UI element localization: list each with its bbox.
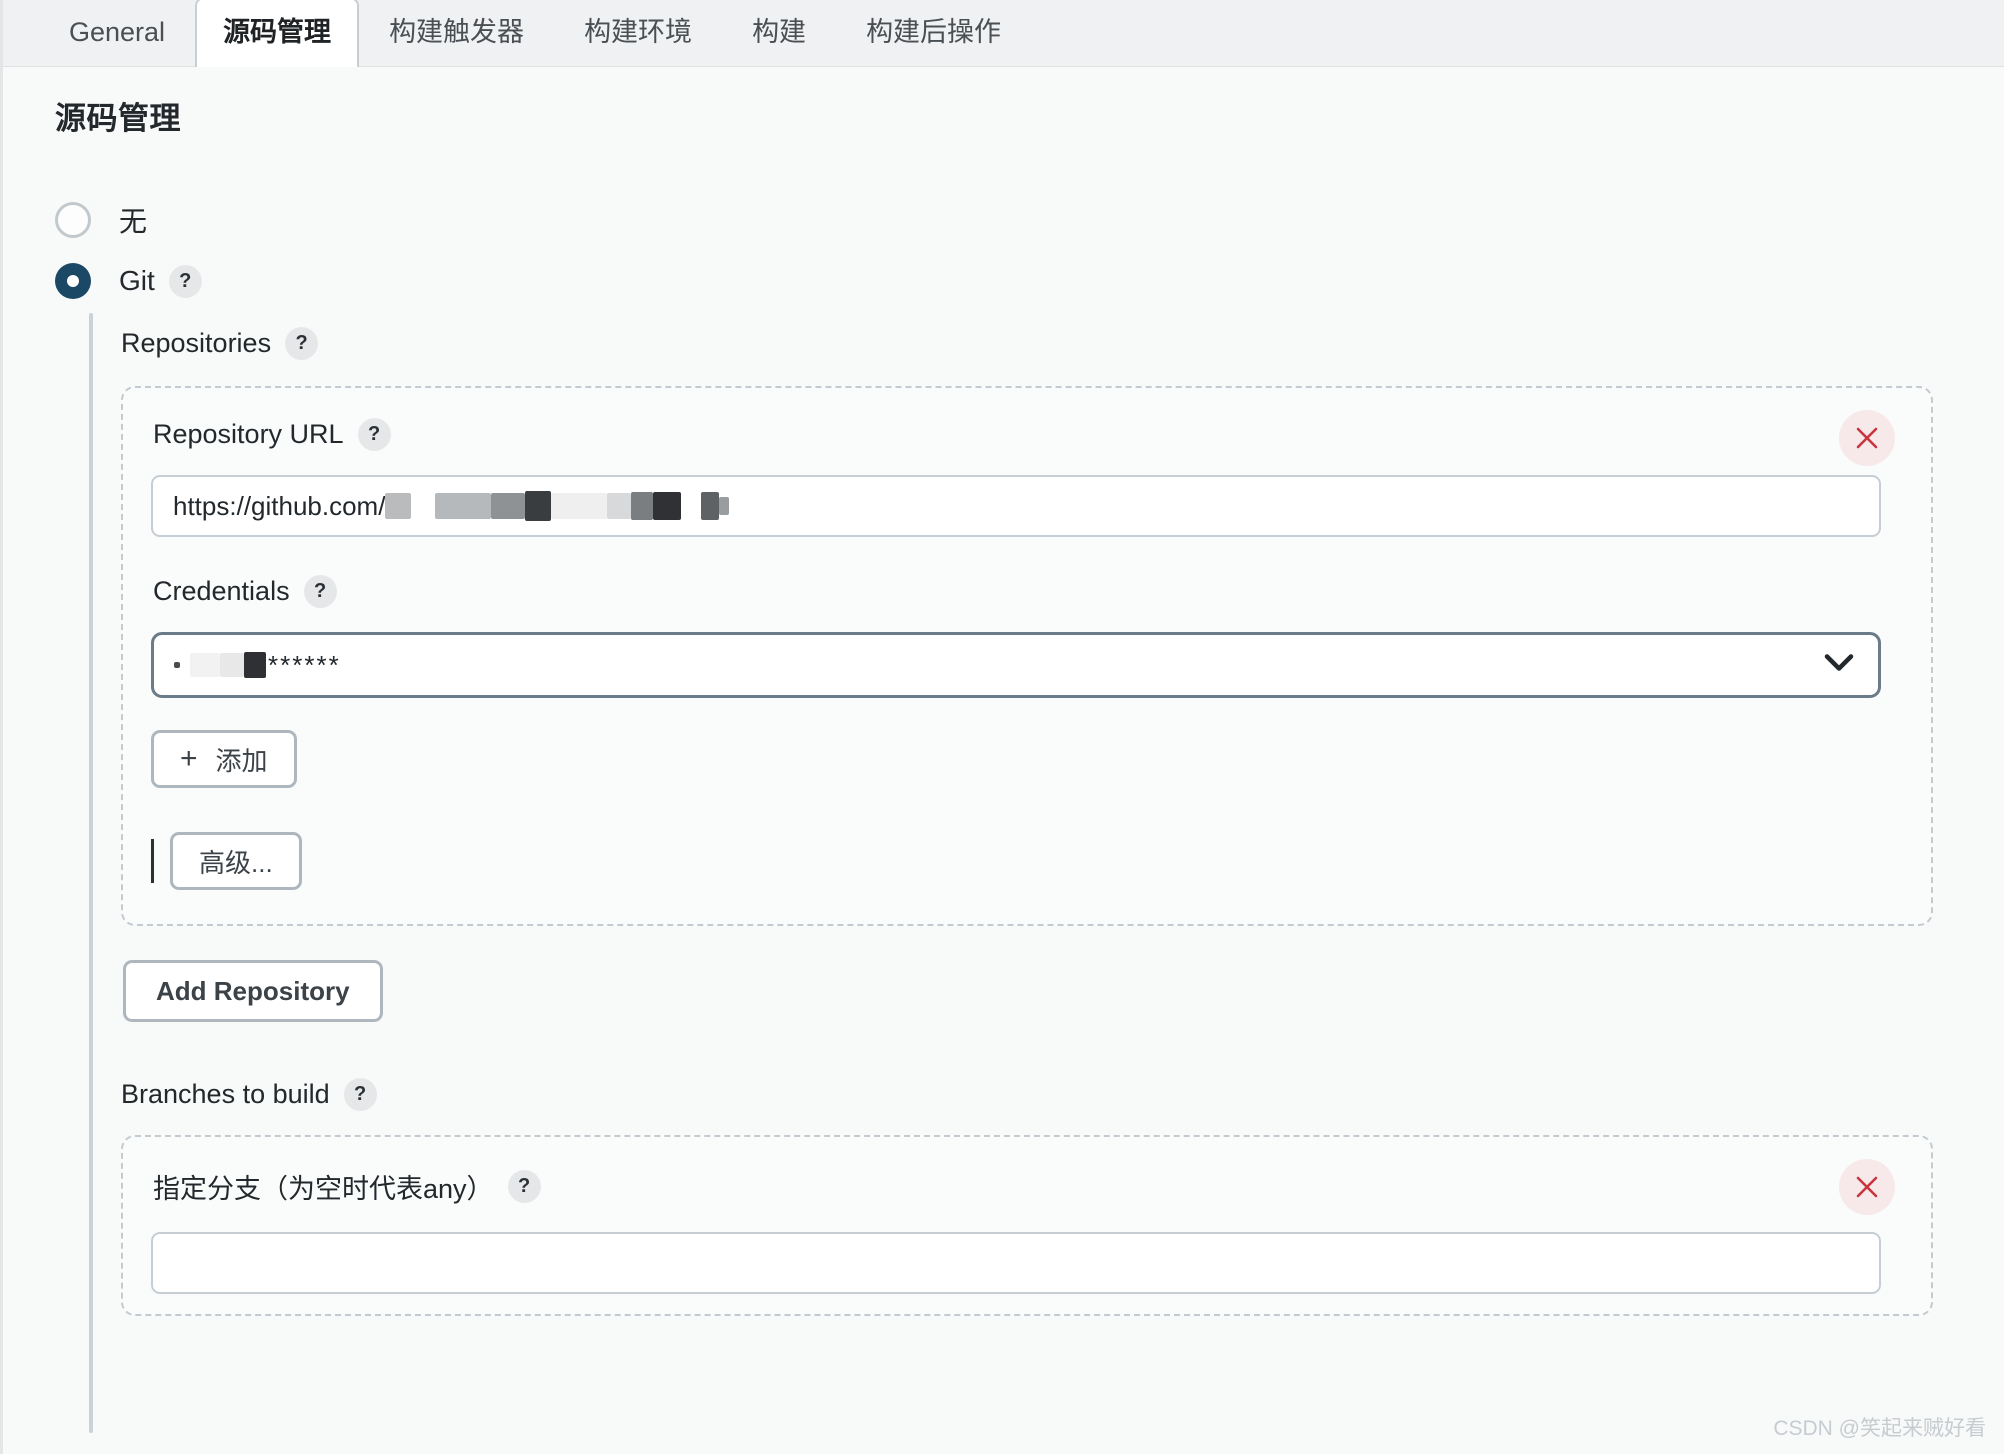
credentials-selected-value: ****** (174, 650, 341, 681)
repository-block: Repository URL ? https://github.com/ Cre… (121, 386, 1933, 926)
credentials-masked-text: ****** (268, 649, 341, 680)
help-icon-git[interactable]: ? (168, 264, 202, 298)
credentials-label: Credentials (153, 576, 290, 606)
indent-guide-line (89, 313, 93, 1433)
advanced-button-label: 高级... (199, 847, 273, 878)
repository-url-input[interactable]: https://github.com/ (151, 475, 1881, 537)
text-cursor (151, 839, 154, 883)
branch-block: 指定分支（为空时代表any） ? (121, 1135, 1933, 1316)
scm-option-none[interactable]: 无 (55, 196, 2004, 244)
tab-source-code-management[interactable]: 源码管理 (195, 0, 360, 67)
tab-post-build-actions[interactable]: 构建后操作 (836, 0, 1031, 66)
repositories-label: Repositories (121, 328, 272, 358)
advanced-button[interactable]: 高级... (170, 832, 302, 890)
help-icon-branch-specifier[interactable]: ? (507, 1170, 541, 1203)
repositories-label-row: Repositories ? (121, 327, 2004, 360)
add-credentials-button[interactable]: + 添加 (151, 730, 297, 788)
redacted-url-spacer-2 (551, 493, 608, 519)
watermark: CSDN @笑起来贼好看 (1773, 1417, 1986, 1440)
redacted-url-part-8 (701, 492, 720, 520)
branch-specifier-label: 指定分支（为空时代表any） (153, 1174, 494, 1204)
credentials-select[interactable]: ****** (151, 632, 1881, 698)
redacted-credential-part-3 (220, 653, 244, 677)
credentials-label-row: Credentials ? (153, 575, 1903, 608)
help-icon-credentials[interactable]: ? (303, 575, 337, 608)
scm-config-page: General 源码管理 构建触发器 构建环境 构建 构建后操作 源码管理 无 … (0, 0, 2004, 1454)
tab-general[interactable]: General (39, 0, 195, 66)
branches-label: Branches to build (121, 1079, 330, 1109)
radio-none-label: 无 (119, 206, 148, 237)
redacted-url-part-4 (525, 491, 552, 521)
help-icon-repository-url[interactable]: ? (357, 418, 391, 451)
redacted-url-part-3 (491, 493, 526, 519)
tab-build[interactable]: 构建 (722, 0, 836, 66)
redacted-url-part-5 (607, 493, 632, 519)
branches-label-row: Branches to build ? (121, 1078, 2004, 1111)
scm-option-git[interactable]: Git ? (55, 257, 2004, 305)
remove-branch-button[interactable] (1839, 1159, 1895, 1215)
credentials-select-wrap: ****** (151, 632, 1881, 698)
repository-url-value: https://github.com/ (173, 490, 386, 521)
branch-specifier-input[interactable] (151, 1232, 1881, 1294)
plus-icon: + (180, 742, 198, 775)
branch-specifier-label-row: 指定分支（为空时代表any） ? (153, 1167, 1903, 1206)
git-scm-body: Repositories ? Repository URL ? https://… (89, 305, 2004, 1433)
redacted-url-part-9 (719, 497, 730, 515)
redacted-url-part-1 (385, 493, 412, 519)
redacted-url-part-2 (435, 493, 492, 519)
radio-none[interactable] (55, 202, 91, 238)
repository-url-label: Repository URL (153, 419, 344, 449)
remove-repository-button[interactable] (1839, 410, 1895, 466)
tab-build-triggers[interactable]: 构建触发器 (359, 0, 554, 66)
redacted-url-part-7 (653, 492, 682, 520)
repository-url-label-row: Repository URL ? (153, 418, 1903, 451)
redacted-url-part-6 (631, 492, 654, 520)
redacted-url-spacer-3 (681, 493, 701, 519)
close-icon (1856, 427, 1878, 449)
close-icon (1856, 1176, 1878, 1198)
redacted-credential-part-2 (190, 653, 220, 677)
radio-git[interactable] (55, 263, 91, 299)
radio-git-label: Git (119, 265, 155, 296)
redacted-credential-part-1 (174, 662, 180, 668)
redacted-url-spacer-1 (411, 493, 435, 519)
add-repository-button[interactable]: Add Repository (123, 960, 383, 1022)
add-repository-button-label: Add Repository (156, 975, 350, 1006)
help-icon-branches[interactable]: ? (343, 1078, 377, 1111)
redacted-credential-part-4 (244, 652, 266, 678)
add-credentials-button-label: 添加 (215, 745, 268, 776)
page-title: 源码管理 (55, 101, 181, 136)
config-tab-bar: General 源码管理 构建触发器 构建环境 构建 构建后操作 (3, 0, 2004, 67)
tab-build-environment[interactable]: 构建环境 (554, 0, 722, 66)
help-icon-repositories[interactable]: ? (285, 327, 319, 360)
